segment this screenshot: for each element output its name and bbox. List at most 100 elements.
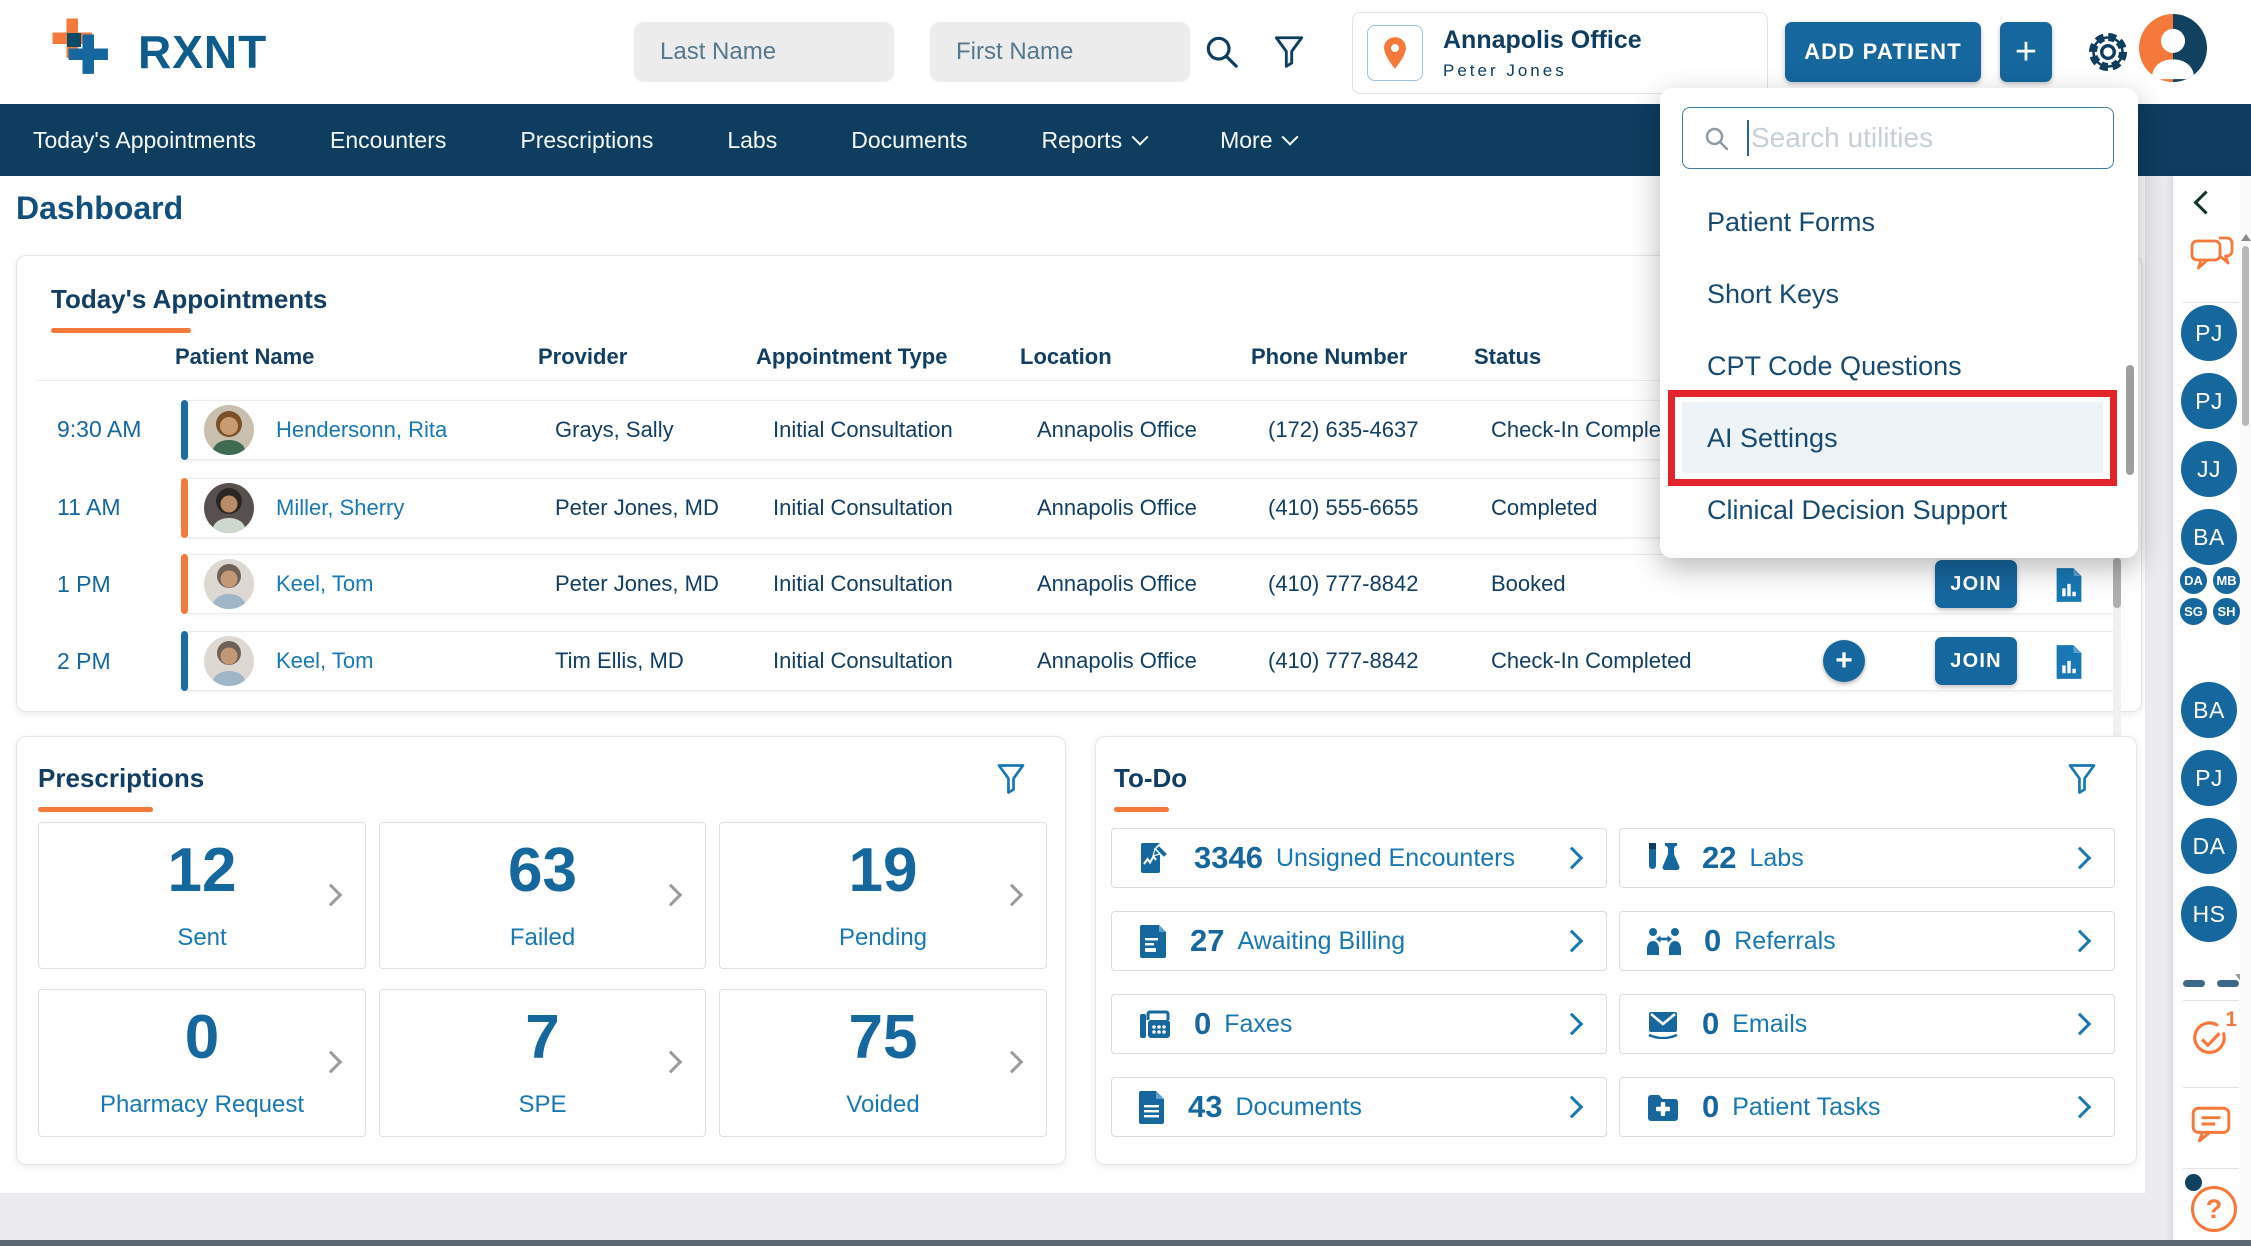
page-scrollbar[interactable] — [2240, 176, 2251, 1246]
gear-icon[interactable] — [2084, 28, 2132, 81]
user-avatar[interactable] — [2139, 14, 2207, 82]
table-row[interactable]: Keel, Tom Peter Jones, MD Initial Consul… — [181, 554, 2119, 614]
chat-avatar[interactable]: BA — [2181, 682, 2237, 738]
location-pin-icon — [1367, 25, 1423, 81]
rx-tile-sent[interactable]: 12 Sent — [38, 822, 366, 969]
status-cell: Completed — [1491, 495, 1597, 521]
table-row[interactable]: Keel, Tom Tim Ellis, MD Initial Consulta… — [181, 631, 2119, 691]
page-scrollbar-thumb[interactable] — [2242, 246, 2249, 426]
todo-unsigned-encounters[interactable]: 3346 Unsigned Encounters — [1111, 828, 1607, 888]
chat-avatar[interactable]: DA — [2181, 818, 2237, 874]
phone-cell: (410) 777-8842 — [1268, 648, 1418, 674]
prescriptions-filter-icon[interactable] — [993, 761, 1029, 800]
nav-prescriptions[interactable]: Prescriptions — [520, 127, 653, 154]
col-status: Status — [1474, 344, 1541, 370]
patient-name-link[interactable]: Hendersonn, Rita — [276, 417, 447, 443]
todo-awaiting-billing[interactable]: 27 Awaiting Billing — [1111, 911, 1607, 971]
divider — [2183, 1087, 2239, 1088]
labs-icon — [1646, 841, 1680, 875]
join-button[interactable]: JOIN — [1935, 637, 2017, 685]
add-patient-button[interactable]: ADD PATIENT — [1785, 22, 1981, 82]
table-scrollbar-thumb[interactable] — [2113, 558, 2121, 608]
chat-avatar-small[interactable]: SH — [2211, 596, 2242, 627]
todo-label: Labs — [1749, 844, 1803, 873]
chevron-right-icon — [2069, 1096, 2092, 1119]
chat-avatar[interactable]: JJ — [2181, 441, 2237, 497]
patient-name-link[interactable]: Miller, Sherry — [276, 495, 404, 521]
first-name-input[interactable] — [930, 22, 1190, 82]
rx-tile-failed[interactable]: 63 Failed — [379, 822, 706, 969]
filter-icon[interactable] — [1270, 33, 1308, 76]
rx-count: 7 — [525, 1007, 559, 1069]
patient-name-link[interactable]: Keel, Tom — [276, 571, 373, 597]
todo-referrals[interactable]: 0 Referrals — [1619, 911, 2115, 971]
todo-emails[interactable]: 0 Emails — [1619, 994, 2115, 1054]
title-underline — [51, 328, 191, 333]
menu-item-short-keys[interactable]: Short Keys — [1660, 258, 2138, 330]
last-name-input[interactable] — [634, 22, 894, 82]
todo-labs[interactable]: 22 Labs — [1619, 828, 2115, 888]
nav-more[interactable]: More — [1220, 127, 1296, 154]
search-icon[interactable] — [1202, 32, 1242, 77]
todo-documents[interactable]: 43 Documents — [1111, 1077, 1607, 1137]
prescriptions-title: Prescriptions — [38, 763, 204, 794]
tasks-check-icon[interactable]: 1 — [2189, 1018, 2231, 1065]
title-underline — [1114, 807, 1169, 812]
message-icon[interactable] — [2190, 1105, 2232, 1148]
patient-photo — [204, 483, 254, 533]
quick-add-button[interactable]: + — [2000, 22, 2052, 82]
rx-count: 75 — [849, 1007, 918, 1069]
todo-filter-icon[interactable] — [2064, 761, 2100, 800]
nav-labs[interactable]: Labs — [727, 127, 777, 154]
office-user: Peter Jones — [1443, 61, 1642, 81]
office-name: Annapolis Office — [1443, 26, 1642, 55]
rxnt-logo[interactable]: RXNT — [48, 14, 267, 90]
collapse-sidebar-icon[interactable] — [2193, 190, 2217, 214]
chat-avatar[interactable]: HS — [2181, 886, 2237, 942]
help-icon[interactable]: ? — [2191, 1186, 2237, 1232]
nav-documents[interactable]: Documents — [851, 127, 967, 154]
divider — [2183, 1168, 2239, 1169]
row-accent-bar — [181, 554, 188, 614]
rx-tile-pending[interactable]: 19 Pending — [719, 822, 1047, 969]
appointment-type-cell: Initial Consultation — [773, 648, 953, 674]
utilities-dropdown: Patient Forms Short Keys CPT Code Questi… — [1660, 88, 2138, 558]
patient-tasks-icon — [1646, 1092, 1680, 1122]
chat-avatar[interactable]: PJ — [2181, 373, 2237, 429]
chat-avatar[interactable]: BA — [2181, 509, 2237, 565]
location-cell: Annapolis Office — [1037, 495, 1197, 521]
col-appointment-type: Appointment Type — [756, 344, 947, 370]
chat-avatar[interactable]: PJ — [2181, 305, 2237, 361]
add-encounter-button[interactable]: + — [1823, 640, 1865, 682]
dropdown-scrollbar-thumb[interactable] — [2126, 365, 2134, 475]
rx-count: 0 — [185, 1007, 219, 1069]
chevron-right-icon — [1561, 930, 1584, 953]
chat-avatar-small[interactable]: DA — [2178, 565, 2209, 596]
menu-item-patient-forms[interactable]: Patient Forms — [1660, 186, 2138, 258]
nav-todays-appointments[interactable]: Today's Appointments — [33, 127, 256, 154]
patient-name-link[interactable]: Keel, Tom — [276, 648, 373, 674]
row-accent-bar — [181, 400, 188, 460]
location-selector[interactable]: Annapolis Office Peter Jones — [1352, 12, 1768, 94]
status-cell: Check-In Completed — [1491, 648, 1692, 674]
join-button[interactable]: JOIN — [1935, 560, 2017, 608]
encounter-document-icon[interactable] — [2054, 644, 2084, 685]
encounter-document-icon[interactable] — [2054, 567, 2084, 608]
chat-avatar[interactable]: PJ — [2181, 750, 2237, 806]
todo-patient-tasks[interactable]: 0 Patient Tasks — [1619, 1077, 2115, 1137]
todo-label: Referrals — [1734, 927, 1835, 956]
rxnt-logo-text: RXNT — [138, 25, 267, 79]
window-bottom-edge — [0, 1240, 2251, 1246]
person-icon — [2139, 14, 2207, 82]
todo-faxes[interactable]: 0 Faxes — [1111, 994, 1607, 1054]
rx-tile-pharmacy-request[interactable]: 0 Pharmacy Request — [38, 989, 366, 1137]
nav-encounters[interactable]: Encounters — [330, 127, 446, 154]
fax-icon — [1138, 1008, 1172, 1040]
chat-bubbles-icon[interactable] — [2189, 234, 2235, 281]
chat-avatar-small[interactable]: MB — [2211, 565, 2242, 596]
rx-tile-spe[interactable]: 7 SPE — [379, 989, 706, 1137]
scroll-up-icon[interactable] — [2241, 234, 2251, 241]
chat-avatar-small[interactable]: SG — [2178, 596, 2209, 627]
rx-tile-voided[interactable]: 75 Voided — [719, 989, 1047, 1137]
nav-reports[interactable]: Reports — [1042, 127, 1147, 154]
